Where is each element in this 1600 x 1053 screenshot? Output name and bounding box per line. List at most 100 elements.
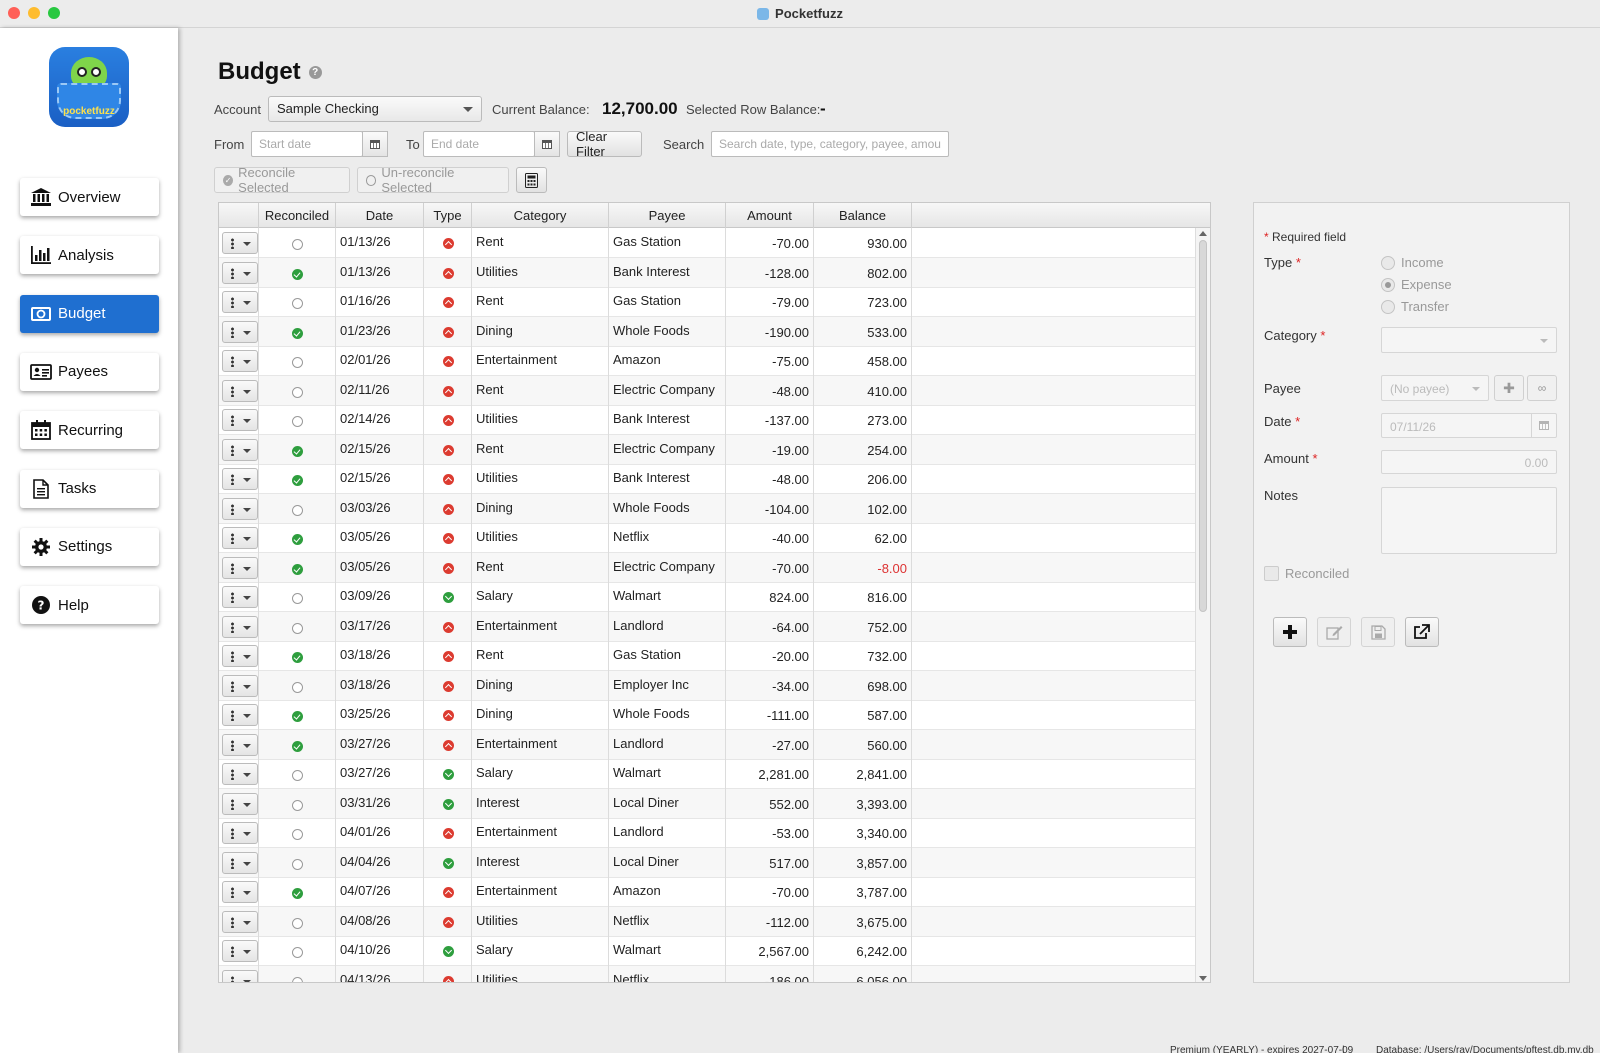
zoom-window-button[interactable]: [48, 7, 60, 19]
table-row[interactable]: 03/27/26 Entertainment Landlord -27.00 560.0…: [219, 729, 1197, 760]
reconciled-check-icon[interactable]: [292, 445, 303, 457]
payee-select[interactable]: (No payee): [1381, 375, 1489, 401]
table-row[interactable]: 03/31/26 Interest Local Diner 552.00 3,393.0…: [219, 788, 1197, 819]
column-header-balance[interactable]: Balance: [814, 203, 912, 228]
row-menu-button[interactable]: [222, 674, 258, 697]
row-menu-button[interactable]: [222, 704, 258, 726]
radio-button[interactable]: [1381, 299, 1395, 314]
unreconciled-circle-icon[interactable]: [292, 593, 303, 604]
type-radio-transfer[interactable]: Transfer: [1381, 299, 1449, 314]
table-row[interactable]: 03/27/26 Salary Walmart 2,281.00 2,841.00: [219, 759, 1197, 789]
date-input[interactable]: 07/11/26: [1381, 413, 1557, 438]
row-menu-button[interactable]: [222, 497, 258, 520]
row-menu-button[interactable]: [222, 881, 258, 903]
table-row[interactable]: 02/14/26 Utilities Bank Interest -137.00 273…: [219, 405, 1197, 435]
row-menu-button[interactable]: [222, 969, 258, 982]
clear-filter-button[interactable]: Clear Filter: [567, 129, 642, 159]
reconciled-check-icon[interactable]: [292, 534, 303, 545]
table-row[interactable]: 04/13/26 Utilities Netflix -186.00 6,056.00: [219, 965, 1197, 982]
row-menu-button[interactable]: [222, 733, 258, 756]
row-menu-button[interactable]: [222, 851, 258, 874]
table-row[interactable]: 04/07/26 Entertainment Amazon -70.00 3,787.0…: [219, 877, 1197, 907]
row-menu-button[interactable]: [222, 615, 258, 638]
row-menu-button[interactable]: [222, 261, 258, 284]
scroll-up-icon[interactable]: [1199, 231, 1207, 236]
radio-button[interactable]: [1381, 277, 1395, 292]
table-row[interactable]: 04/01/26 Entertainment Landlord -53.00 3,340…: [219, 818, 1197, 848]
sidebar-item-budget[interactable]: Budget: [20, 294, 159, 333]
reconciled-check-icon[interactable]: [292, 327, 303, 339]
date-picker-button[interactable]: [1531, 414, 1556, 437]
reconciled-check-icon[interactable]: [292, 475, 303, 486]
start-date-picker-button[interactable]: [362, 131, 388, 157]
unreconciled-circle-icon[interactable]: [292, 799, 303, 811]
add-transaction-button[interactable]: [1273, 617, 1307, 647]
add-payee-button[interactable]: ✚: [1494, 375, 1524, 401]
link-payee-button[interactable]: ∞: [1527, 375, 1557, 401]
row-menu-button[interactable]: [222, 645, 258, 667]
row-menu-button[interactable]: [222, 556, 258, 579]
row-menu-button[interactable]: [222, 527, 258, 549]
reconciled-check-icon[interactable]: [292, 563, 303, 575]
reconciled-check-icon[interactable]: [292, 888, 303, 899]
row-menu-button[interactable]: [222, 438, 258, 461]
table-row[interactable]: 03/05/26 Utilities Netflix -40.00 62.00: [219, 523, 1197, 553]
unreconciled-circle-icon[interactable]: [292, 858, 303, 870]
row-menu-button[interactable]: [222, 291, 258, 313]
unreconciled-circle-icon[interactable]: [292, 917, 303, 929]
sidebar-item-analysis[interactable]: Analysis: [20, 236, 159, 275]
unreconciled-circle-icon[interactable]: [292, 386, 303, 398]
search-input[interactable]: Search date, type, category, payee, amou: [711, 131, 949, 157]
notes-textarea[interactable]: [1381, 487, 1557, 554]
row-menu-button[interactable]: [222, 232, 258, 254]
row-menu-button[interactable]: [222, 468, 258, 490]
open-external-button[interactable]: [1405, 617, 1439, 647]
sidebar-item-recurring[interactable]: Recurring: [20, 411, 159, 450]
sidebar-item-settings[interactable]: Settings: [20, 527, 159, 566]
table-row[interactable]: 04/08/26 Utilities Netflix -112.00 3,675.00: [219, 906, 1197, 937]
table-row[interactable]: 02/15/26 Rent Electric Company -19.00 254.00: [219, 434, 1197, 465]
minimize-window-button[interactable]: [28, 7, 40, 19]
help-icon[interactable]: ?: [308, 65, 322, 79]
row-menu-button[interactable]: [222, 350, 258, 372]
close-window-button[interactable]: [8, 7, 20, 19]
unreconciled-circle-icon[interactable]: [292, 829, 303, 840]
category-select[interactable]: [1381, 327, 1557, 353]
unreconciled-circle-icon[interactable]: [292, 947, 303, 958]
reconciled-check-icon[interactable]: [292, 740, 303, 752]
sidebar-item-overview[interactable]: Overview: [20, 178, 159, 216]
reconciled-check-icon[interactable]: [292, 711, 303, 722]
row-menu-button[interactable]: [222, 763, 258, 785]
unreconciled-circle-icon[interactable]: [292, 770, 303, 781]
amount-input[interactable]: 0.00: [1381, 450, 1557, 474]
edit-transaction-button[interactable]: [1317, 617, 1351, 647]
sidebar-item-help[interactable]: ? Help: [20, 586, 159, 625]
calculator-button[interactable]: [516, 167, 547, 193]
start-date-input[interactable]: Start date: [251, 131, 363, 157]
end-date-input[interactable]: End date: [423, 131, 535, 157]
table-row[interactable]: 01/13/26 Rent Gas Station -70.00 930.00: [219, 228, 1197, 258]
unreconciled-circle-icon[interactable]: [292, 416, 303, 427]
unreconciled-circle-icon[interactable]: [292, 239, 303, 250]
table-row[interactable]: 01/23/26 Dining Whole Foods -190.00 533.00: [219, 316, 1197, 347]
row-menu-button[interactable]: [222, 320, 258, 343]
row-menu-button[interactable]: [222, 409, 258, 431]
reconciled-checkbox[interactable]: [1264, 566, 1279, 581]
save-transaction-button[interactable]: [1361, 617, 1395, 647]
scroll-thumb[interactable]: [1199, 240, 1207, 612]
table-row[interactable]: 04/10/26 Salary Walmart 2,567.00 6,242.00: [219, 936, 1197, 966]
unreconciled-circle-icon[interactable]: [292, 622, 303, 634]
row-menu-button[interactable]: [222, 586, 258, 608]
row-menu-button[interactable]: [222, 822, 258, 844]
column-header-date[interactable]: Date: [336, 203, 424, 228]
row-menu-button[interactable]: [222, 910, 258, 933]
row-menu-button[interactable]: [222, 940, 258, 962]
reconciled-check-icon[interactable]: [292, 268, 303, 280]
column-header-type[interactable]: Type: [424, 203, 472, 228]
unreconciled-circle-icon[interactable]: [292, 357, 303, 368]
table-row[interactable]: 03/05/26 Rent Electric Company -70.00 -8.00: [219, 552, 1197, 583]
row-menu-button[interactable]: [222, 379, 258, 402]
account-select[interactable]: Sample Checking: [268, 96, 482, 122]
unreconciled-circle-icon[interactable]: [292, 298, 303, 309]
type-radio-expense[interactable]: Expense: [1381, 277, 1452, 292]
